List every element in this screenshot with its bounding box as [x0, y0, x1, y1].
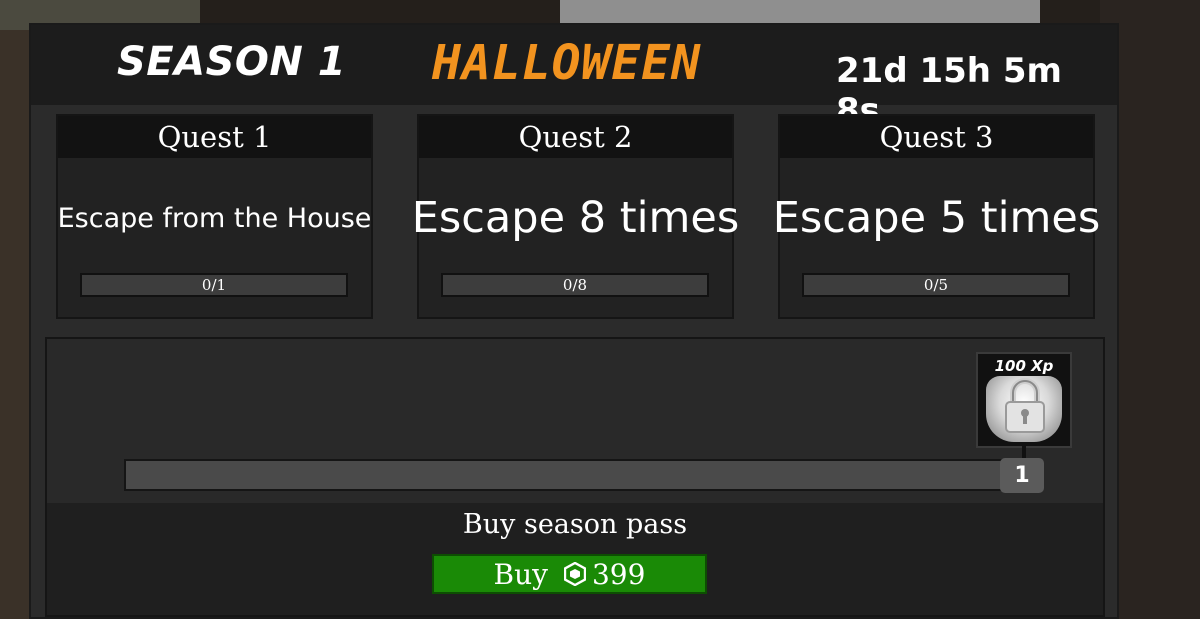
- quest-card-3: Quest 3 Escape 5 times 0/5: [772, 114, 1101, 319]
- level-badge: 1: [1000, 458, 1044, 493]
- event-title: HALLOWEEN: [432, 35, 702, 91]
- quest-title: Quest 3: [780, 116, 1093, 158]
- quest-card-1: Quest 1 Escape from the House 0/1: [56, 114, 373, 319]
- season-pass-panel: SEASON 1 HALLOWEEN 21d 15h 5m 8s Quest 1…: [29, 23, 1119, 619]
- buy-button[interactable]: Buy 399: [432, 554, 707, 594]
- season-header: SEASON 1 HALLOWEEN 21d 15h 5m 8s: [31, 25, 1117, 131]
- quest-card-2: Quest 2 Escape 8 times 0/8: [411, 114, 740, 319]
- season-title: SEASON 1: [117, 39, 347, 85]
- buy-price: 399: [591, 557, 646, 591]
- quest-progress-bar: 0/8: [441, 273, 709, 297]
- xp-progress-bar: [124, 459, 1004, 491]
- buy-button-label: Buy: [493, 557, 548, 591]
- quest-title: Quest 2: [419, 116, 732, 158]
- lock-icon: [1005, 378, 1045, 433]
- robux-icon: [563, 562, 586, 586]
- quest-description: Escape 5 times: [772, 193, 1101, 243]
- quest-progress-bar: 0/5: [802, 273, 1070, 297]
- reward-connector: [1022, 446, 1026, 458]
- quest-title: Quest 1: [58, 116, 371, 158]
- buy-season-pass-label: Buy season pass: [462, 509, 688, 540]
- quest-progress-bar: 0/1: [80, 273, 348, 297]
- quest-description: Escape from the House: [57, 202, 372, 234]
- quest-description: Escape 8 times: [411, 193, 740, 243]
- buy-section: Buy season pass Buy 399: [47, 503, 1103, 615]
- reward-xp-label: 100 Xp: [994, 357, 1054, 375]
- reward-slot[interactable]: 100 Xp: [976, 352, 1072, 448]
- season-pass-track: 100 Xp 1 Buy season pass Buy 399: [45, 337, 1105, 617]
